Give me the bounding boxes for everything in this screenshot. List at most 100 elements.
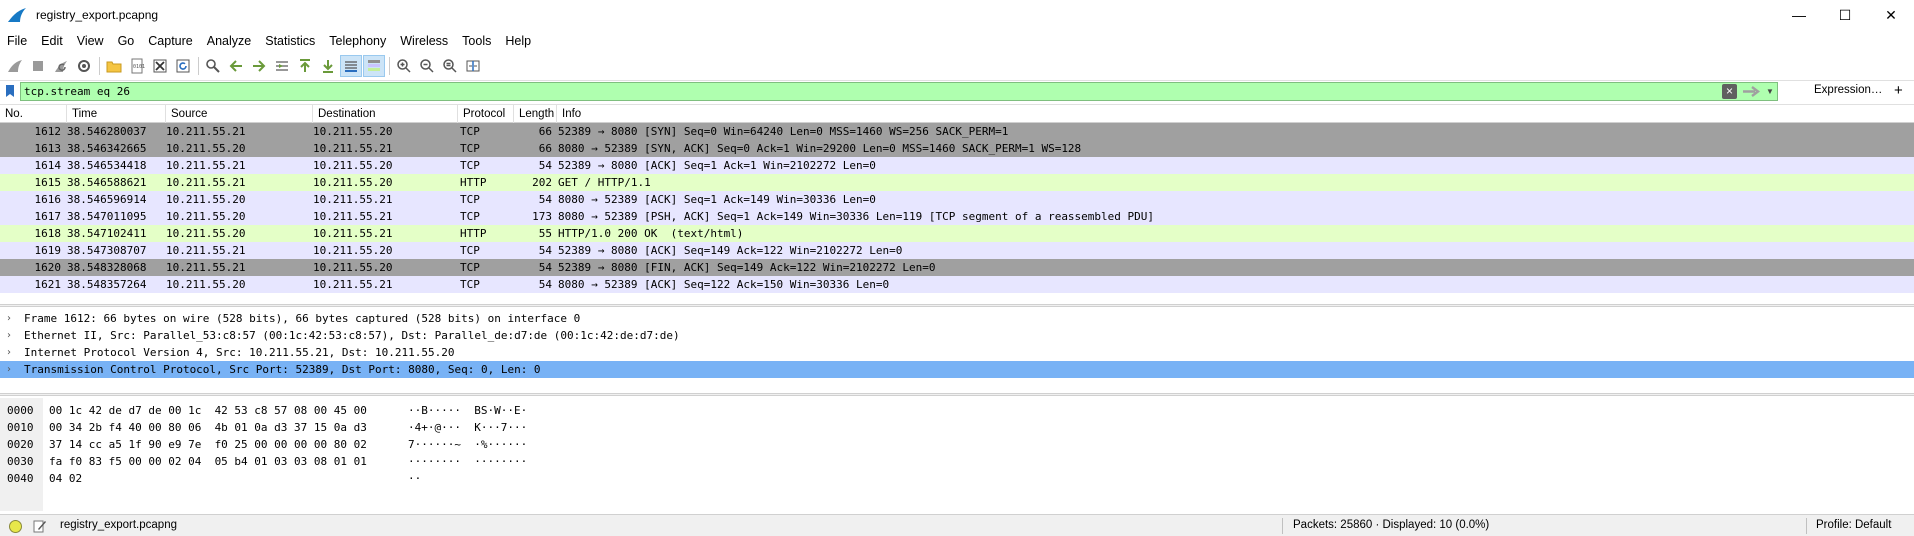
zoom-out-button[interactable] [416,55,438,77]
filter-bookmark-button[interactable] [0,81,20,102]
byte-offset[interactable]: 0020 [7,436,34,453]
auto-scroll-button[interactable] [340,54,362,77]
find-packet-button[interactable] [202,55,224,77]
detail-tree-item[interactable]: › Internet Protocol Version 4, Src: 10.21… [0,344,1914,361]
column-header-length[interactable]: Length [514,105,557,123]
cell-info: HTTP/1.0 200 OK (text/html) [558,227,744,240]
column-header-time[interactable]: Time [67,105,166,123]
byte-hex[interactable]: fa f0 83 f5 00 00 02 04 05 b4 01 03 03 0… [49,453,367,470]
zoom-in-button[interactable] [393,55,415,77]
display-filter-input[interactable] [21,83,1701,100]
capture-options-button[interactable] [73,55,95,77]
menu-analyze[interactable]: Analyze [200,30,258,53]
byte-hex[interactable]: 37 14 cc a5 1f 90 e9 7e f0 25 00 00 00 0… [49,436,367,453]
restart-capture-button[interactable] [50,55,72,77]
chevron-right-icon[interactable]: › [7,361,11,378]
packet-row[interactable]: 1618 38.547102411 10.211.55.20 10.211.55.21… [0,225,1914,242]
detail-tree-item[interactable]: › Ethernet II, Src: Parallel_53:c8:57 (00… [0,327,1914,344]
byte-hex[interactable]: 00 34 2b f4 40 00 80 06 4b 01 0a d3 37 1… [49,419,367,436]
pane-splitter[interactable] [0,393,1914,396]
close-file-icon [153,59,167,72]
packet-row[interactable]: 1613 38.546342665 10.211.55.20 10.211.55.21… [0,140,1914,157]
close-button[interactable]: ✕ [1868,0,1914,30]
packet-row[interactable]: 1614 38.546534418 10.211.55.21 10.211.55.20… [0,157,1914,174]
byte-ascii[interactable]: ········ ········ [408,453,527,470]
detail-tree-item[interactable]: › Transmission Control Protocol, Src Port… [0,361,1914,378]
expression-button[interactable]: Expression… [1814,84,1882,96]
minimize-button[interactable]: — [1776,0,1822,30]
cell-source: 10.211.55.20 [166,278,246,291]
byte-offset[interactable]: 0030 [7,453,34,470]
colorize-icon [368,59,380,71]
menu-view[interactable]: View [70,30,111,53]
byte-ascii[interactable]: ··B····· BS·W··E· [408,402,527,419]
menu-edit[interactable]: Edit [34,30,70,53]
byte-ascii[interactable]: 7······~ ·%······ [408,436,527,453]
clear-filter-icon[interactable]: × [1722,84,1737,99]
packet-row[interactable]: 1617 38.547011095 10.211.55.20 10.211.55.21… [0,208,1914,225]
go-last-packet-button[interactable] [317,55,339,77]
chevron-down-icon[interactable]: ▼ [1764,85,1776,98]
pane-splitter[interactable] [0,304,1914,307]
save-file-button[interactable]: 0101 [126,55,148,77]
cell-destination: 10.211.55.20 [313,125,393,138]
close-file-button[interactable] [149,55,171,77]
maximize-button[interactable]: ☐ [1822,0,1868,30]
add-filter-button[interactable]: + [1894,82,1903,100]
column-header-destination[interactable]: Destination [313,105,458,123]
normal-size-button[interactable] [439,55,461,77]
byte-hex[interactable]: 00 1c 42 de d7 de 00 1c 42 53 c8 57 08 0… [49,402,367,419]
menu-help[interactable]: Help [498,30,538,53]
colorize-button[interactable] [363,54,385,77]
byte-hex[interactable]: 04 02 [49,470,82,487]
packet-row[interactable]: 1620 38.548328068 10.211.55.21 10.211.55.20… [0,259,1914,276]
stop-capture-button[interactable] [27,55,49,77]
byte-ascii[interactable]: ·4+·@··· K···7··· [408,419,527,436]
cell-source: 10.211.55.21 [166,244,246,257]
byte-ascii[interactable]: ·· [408,470,421,487]
packet-row[interactable]: 1615 38.546588621 10.211.55.21 10.211.55.20… [0,174,1914,191]
packet-row[interactable]: 1612 38.546280037 10.211.55.21 10.211.55.20… [0,123,1914,140]
cell-time: 38.547102411 [67,227,147,240]
expert-info-icon[interactable] [9,520,22,533]
go-back-button[interactable] [225,55,247,77]
byte-offset[interactable]: 0010 [7,419,34,436]
cell-length: 54 [538,278,552,291]
menu-wireless[interactable]: Wireless [393,30,455,53]
chevron-right-icon[interactable]: › [7,344,11,361]
packet-row[interactable]: 1619 38.547308707 10.211.55.21 10.211.55.20… [0,242,1914,259]
column-header-info[interactable]: Info [557,105,1914,123]
menu-statistics[interactable]: Statistics [258,30,322,53]
detail-tree-item[interactable]: › Frame 1612: 66 bytes on wire (528 bits)… [0,310,1914,327]
column-header-no[interactable]: No. [0,105,67,123]
cell-destination: 10.211.55.20 [313,176,393,189]
column-header-protocol[interactable]: Protocol [458,105,514,123]
start-capture-button[interactable] [4,55,26,77]
menu-telephony[interactable]: Telephony [322,30,393,53]
menu-file[interactable]: File [0,30,34,53]
status-packet-counts: Packets: 25860 · Displayed: 10 (0.0%) [1293,519,1490,531]
status-profile[interactable]: Profile: Default [1816,519,1891,531]
go-first-packet-button[interactable] [294,55,316,77]
reload-file-button[interactable] [172,55,194,77]
go-forward-button[interactable] [248,55,270,77]
byte-offset[interactable]: 0000 [7,402,34,419]
cell-no: 1618 [34,227,62,240]
go-to-packet-button[interactable] [271,55,293,77]
chevron-right-icon[interactable]: › [7,310,11,327]
byte-offset[interactable]: 0040 [7,470,34,487]
resize-columns-button[interactable] [462,55,484,77]
chevron-right-icon[interactable]: › [7,327,11,344]
menu-capture[interactable]: Capture [141,30,199,53]
packet-row[interactable]: 1621 38.548357264 10.211.55.20 10.211.55.21… [0,276,1914,293]
detail-tree-label: Ethernet II, Src: Parallel_53:c8:57 (00:… [24,329,680,342]
menu-tools[interactable]: Tools [455,30,498,53]
apply-filter-arrow-icon[interactable] [1741,85,1763,98]
packet-row[interactable]: 1616 38.546596914 10.211.55.20 10.211.55.21… [0,191,1914,208]
menu-go[interactable]: Go [111,30,142,53]
arrow-up-bar-icon [300,58,310,72]
open-file-button[interactable] [103,55,125,77]
cell-protocol: TCP [460,261,480,274]
column-header-source[interactable]: Source [166,105,313,123]
edit-comment-icon[interactable] [33,519,47,533]
